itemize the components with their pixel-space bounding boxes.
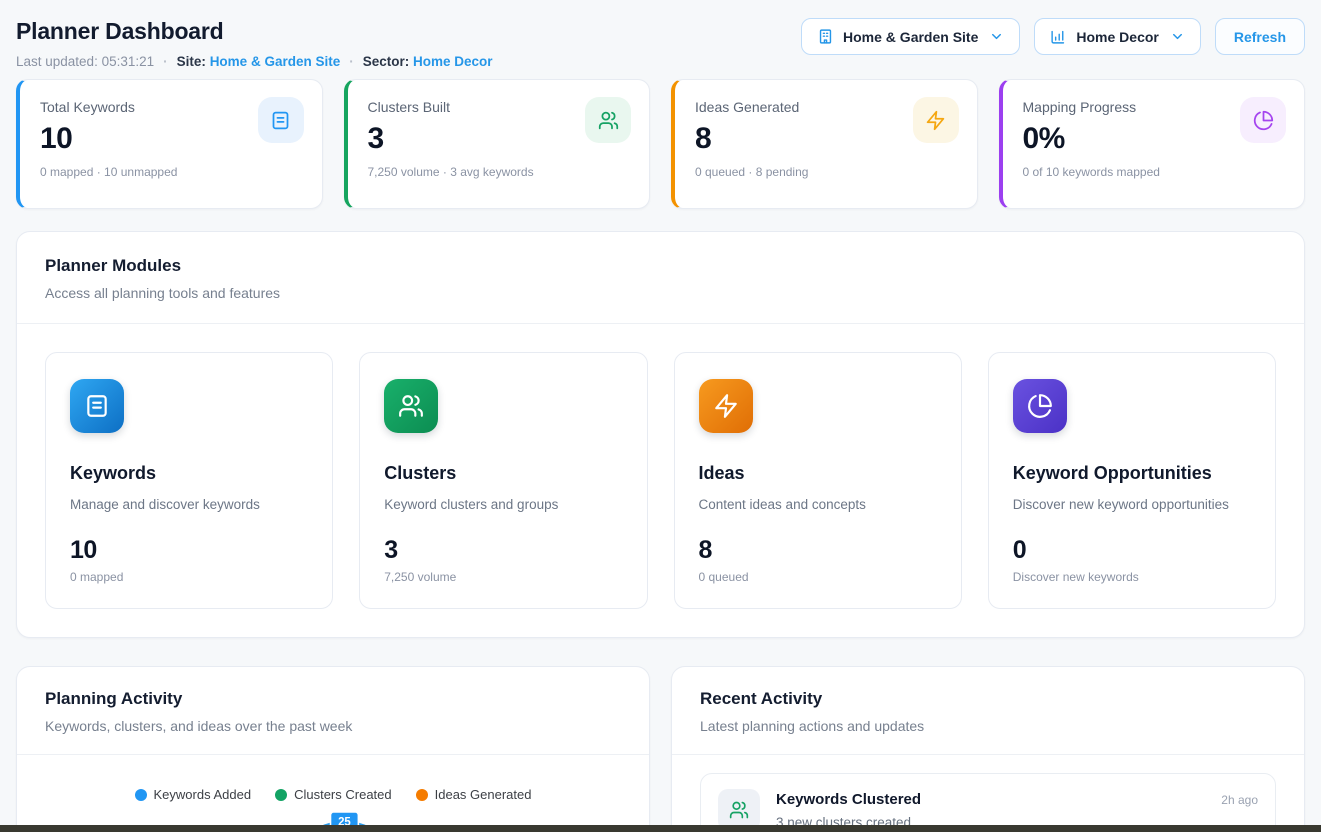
stat-sub: 0 mapped · 10 unmapped xyxy=(40,165,302,179)
module-sub: Discover new keywords xyxy=(1013,570,1251,584)
divider xyxy=(17,754,649,755)
meta-separator: · xyxy=(349,54,354,69)
legend-dot-icon xyxy=(416,789,428,801)
chart-legend: Keywords Added Clusters Created Ideas Ge… xyxy=(17,787,649,802)
sector-selector-label: Home Decor xyxy=(1076,29,1158,45)
users-icon xyxy=(384,379,438,433)
stats-row: Total Keywords 10 0 mapped · 10 unmapped… xyxy=(16,79,1305,209)
site-link[interactable]: Home & Garden Site xyxy=(210,54,341,69)
modules-panel-header: Planner Modules Access all planning tool… xyxy=(17,232,1304,323)
activity-list: Keywords Clustered 3 new clusters create… xyxy=(672,755,1304,832)
modules-subtitle: Access all planning tools and features xyxy=(45,285,1276,301)
bar-chart-icon xyxy=(1050,28,1067,45)
chevron-down-icon xyxy=(989,29,1004,44)
activity-body: Keywords Clustered 3 new clusters create… xyxy=(776,789,1205,830)
taskbar-edge-strip xyxy=(0,825,1321,832)
stat-sub: 0 of 10 keywords mapped xyxy=(1023,165,1285,179)
legend-label: Ideas Generated xyxy=(435,787,532,802)
legend-label: Clusters Created xyxy=(294,787,392,802)
site-selector-dropdown[interactable]: Home & Garden Site xyxy=(801,18,1020,55)
legend-dot-icon xyxy=(135,789,147,801)
recent-activity-panel: Recent Activity Latest planning actions … xyxy=(671,666,1305,832)
meta-separator: · xyxy=(163,54,168,69)
stat-card-mapping-progress: Mapping Progress 0% 0 of 10 keywords map… xyxy=(999,79,1306,209)
module-desc: Keyword clusters and groups xyxy=(384,497,622,512)
site-selector-label: Home & Garden Site xyxy=(843,29,978,45)
last-updated-value: 05:31:21 xyxy=(102,54,155,69)
stat-card-clusters-built: Clusters Built 3 7,250 volume · 3 avg ke… xyxy=(344,79,651,209)
sector-link[interactable]: Home Decor xyxy=(413,54,493,69)
module-card-keyword-opportunities[interactable]: Keyword Opportunities Discover new keywo… xyxy=(988,352,1276,609)
module-title: Keywords xyxy=(70,463,308,484)
document-icon xyxy=(70,379,124,433)
page-title: Planner Dashboard xyxy=(16,18,493,45)
header-left: Planner Dashboard Last updated: 05:31:21… xyxy=(16,18,493,69)
legend-item-clusters-created[interactable]: Clusters Created xyxy=(275,787,392,802)
planning-activity-header: Planning Activity Keywords, clusters, an… xyxy=(17,667,649,754)
page-meta: Last updated: 05:31:21 · Site: Home & Ga… xyxy=(16,54,493,69)
module-desc: Content ideas and concepts xyxy=(699,497,937,512)
module-value: 3 xyxy=(384,536,622,565)
planning-activity-panel: Planning Activity Keywords, clusters, an… xyxy=(16,666,650,832)
page-header: Planner Dashboard Last updated: 05:31:21… xyxy=(16,0,1305,69)
legend-dot-icon xyxy=(275,789,287,801)
stat-sub: 0 queued · 8 pending xyxy=(695,165,957,179)
bottom-row: Planning Activity Keywords, clusters, an… xyxy=(16,666,1305,832)
users-icon xyxy=(585,97,631,143)
module-card-clusters[interactable]: Clusters Keyword clusters and groups 3 7… xyxy=(359,352,647,609)
module-title: Keyword Opportunities xyxy=(1013,463,1251,484)
pie-chart-icon xyxy=(1240,97,1286,143)
planner-dashboard-page: Planner Dashboard Last updated: 05:31:21… xyxy=(0,0,1321,832)
module-sub: 0 queued xyxy=(699,570,937,584)
sector-label: Sector: xyxy=(363,54,410,69)
document-icon xyxy=(258,97,304,143)
legend-item-ideas-generated[interactable]: Ideas Generated xyxy=(416,787,532,802)
module-title: Ideas xyxy=(699,463,937,484)
header-actions: Home & Garden Site Home Decor Refresh xyxy=(801,18,1305,55)
modules-title: Planner Modules xyxy=(45,256,1276,276)
recent-activity-header: Recent Activity Latest planning actions … xyxy=(672,667,1304,754)
stat-card-ideas-generated: Ideas Generated 8 0 queued · 8 pending xyxy=(671,79,978,209)
planning-activity-subtitle: Keywords, clusters, and ideas over the p… xyxy=(45,718,621,734)
last-updated-text: Last updated: 05:31:21 xyxy=(16,54,154,69)
planner-modules-panel: Planner Modules Access all planning tool… xyxy=(16,231,1305,638)
module-sub: 7,250 volume xyxy=(384,570,622,584)
site-label: Site: xyxy=(177,54,206,69)
refresh-button[interactable]: Refresh xyxy=(1215,18,1305,55)
module-title: Clusters xyxy=(384,463,622,484)
module-desc: Manage and discover keywords xyxy=(70,497,308,512)
legend-label: Keywords Added xyxy=(154,787,252,802)
sector-selector-dropdown[interactable]: Home Decor xyxy=(1034,18,1200,55)
module-desc: Discover new keyword opportunities xyxy=(1013,497,1251,512)
modules-grid: Keywords Manage and discover keywords 10… xyxy=(17,324,1304,637)
activity-item-keywords-clustered: Keywords Clustered 3 new clusters create… xyxy=(700,773,1276,832)
last-updated-label: Last updated: xyxy=(16,54,98,69)
recent-activity-title: Recent Activity xyxy=(700,689,1276,709)
chevron-down-icon xyxy=(1170,29,1185,44)
module-value: 8 xyxy=(699,536,937,565)
building-icon xyxy=(817,28,834,45)
pie-chart-icon xyxy=(1013,379,1067,433)
sector-meta: Sector: Home Decor xyxy=(363,54,493,69)
recent-activity-subtitle: Latest planning actions and updates xyxy=(700,718,1276,734)
legend-item-keywords-added[interactable]: Keywords Added xyxy=(135,787,252,802)
module-value: 0 xyxy=(1013,536,1251,565)
stat-sub: 7,250 volume · 3 avg keywords xyxy=(368,165,630,179)
bolt-icon xyxy=(913,97,959,143)
planning-activity-title: Planning Activity xyxy=(45,689,621,709)
module-sub: 0 mapped xyxy=(70,570,308,584)
stat-card-total-keywords: Total Keywords 10 0 mapped · 10 unmapped xyxy=(16,79,323,209)
activity-timestamp: 2h ago xyxy=(1221,789,1258,807)
module-card-ideas[interactable]: Ideas Content ideas and concepts 8 0 que… xyxy=(674,352,962,609)
bolt-icon xyxy=(699,379,753,433)
site-meta: Site: Home & Garden Site xyxy=(177,54,341,69)
module-value: 10 xyxy=(70,536,308,565)
module-card-keywords[interactable]: Keywords Manage and discover keywords 10… xyxy=(45,352,333,609)
activity-title: Keywords Clustered xyxy=(776,791,1205,808)
